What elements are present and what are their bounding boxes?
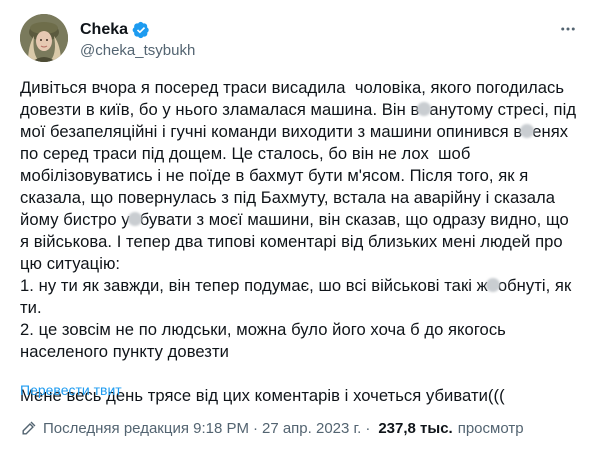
tweet-line: цю ситуацію:: [20, 254, 121, 273]
avatar-image: [20, 14, 68, 62]
tweet-line: сказала, що повернулась з під Бахмуту, в…: [20, 188, 556, 207]
views-label: просмотр: [457, 419, 524, 437]
tweet-line: енях: [532, 122, 569, 141]
tweet-line: 1. ну ти як завжди, він тепер подумає, ш…: [20, 276, 488, 295]
tweet-line: довезти в київ, бо у нього зламалася маш…: [20, 100, 420, 119]
more-options-button[interactable]: [556, 18, 580, 40]
pencil-icon: [22, 421, 36, 435]
tweet-text: Дивіться вчора я посеред траси висадила …: [20, 77, 580, 407]
tweet-line: населеного пункту довезти: [20, 342, 229, 361]
tweet-date-link[interactable]: 27 апр. 2023 г.: [262, 420, 361, 437]
tweet-line: 2. це зовсім не по людськи, можна було й…: [20, 320, 506, 339]
more-horizontal-icon: [561, 27, 575, 31]
views-count: 237,8 тыс.: [378, 419, 453, 437]
meta-separator: ·: [365, 419, 371, 437]
edited-timestamp-link[interactable]: Последняя редакция 9:18 PM: [43, 420, 249, 437]
tweet-meta: Последняя редакция 9:18 PM · 27 апр. 202…: [20, 417, 524, 439]
tweet-line: ти.: [20, 298, 42, 317]
author-handle[interactable]: @cheka_tsybukh: [80, 42, 195, 59]
author-display-name[interactable]: Cheka: [80, 21, 128, 39]
avatar[interactable]: [20, 14, 68, 62]
censor-blur: [485, 278, 500, 292]
tweet-line: бувати з моєї машини, він сказав, що одр…: [139, 210, 569, 229]
tweet-line: мої безапеляційні і гучні команди виходи…: [20, 122, 523, 141]
tweet-header: Cheka @cheka_tsybukh: [20, 14, 580, 64]
meta-separator: ·: [252, 419, 258, 437]
tweet-line: анутому стресі, під: [429, 100, 577, 119]
tweet-line: обнуті, як: [497, 276, 572, 295]
tweet-line: йому бистро у: [20, 210, 130, 229]
censor-blur: [127, 212, 142, 226]
verified-badge-icon: [132, 21, 149, 39]
author-name-line: Cheka: [80, 20, 150, 40]
tweet-line: Дивіться вчора я посеред траси висадила …: [20, 78, 565, 97]
tweet-line: по серед траси під дощем. Це сталось, бо…: [20, 144, 471, 163]
translate-tweet-link[interactable]: Перевести твит: [20, 382, 122, 398]
tweet-line: я військова. І тепер два типові коментар…: [20, 232, 563, 251]
tweet-line: мобілізовуватись і не поїде в бахмут бут…: [20, 166, 529, 185]
